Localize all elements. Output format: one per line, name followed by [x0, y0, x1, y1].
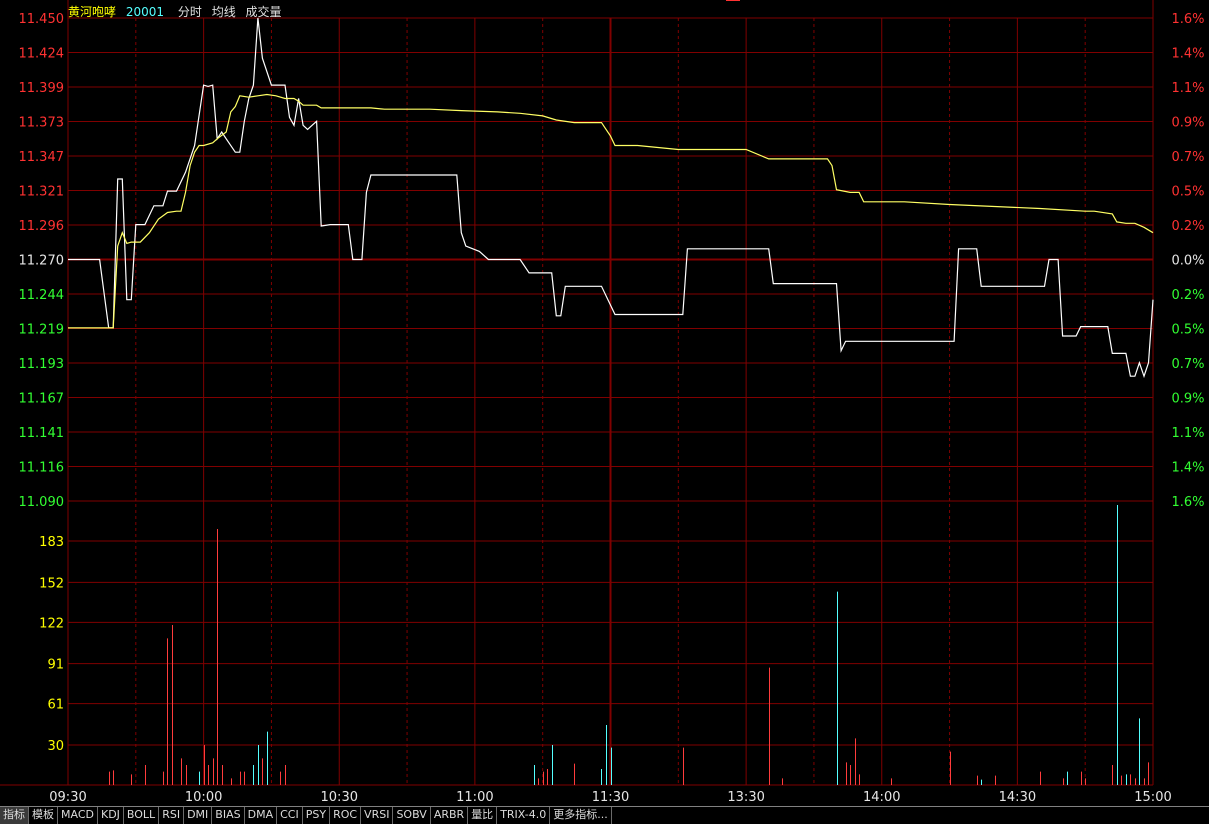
volume-tick-label: 91	[47, 658, 64, 673]
tab-17[interactable]: 更多指标...	[550, 807, 612, 824]
percent-tick-label: 0.0%	[1171, 254, 1204, 269]
chart-title: 黄河咆哮 20001 分时 均线 成交量	[68, 3, 288, 20]
tab-12[interactable]: VRSI	[361, 807, 394, 824]
tab-13[interactable]: SOBV	[393, 807, 431, 824]
percent-tick-label: 0.2%	[1171, 288, 1204, 303]
tab-5[interactable]: RSI	[159, 807, 185, 824]
volume-tick-label: 152	[39, 576, 64, 591]
percent-tick-label: 0.5%	[1171, 185, 1204, 200]
volume-tick-label: 30	[47, 739, 64, 754]
label-intraday: 分时	[177, 5, 202, 19]
percent-tick-label: 1.4%	[1171, 461, 1204, 476]
time-tick-label: 15:00	[1134, 790, 1171, 805]
percent-tick-label: 0.9%	[1171, 116, 1204, 131]
time-tick-label: 11:00	[456, 790, 493, 805]
price-tick-label: 11.296	[19, 219, 65, 234]
price-tick-label: 11.116	[19, 461, 65, 476]
time-tick-label: 11:30	[592, 790, 629, 805]
time-tick-label: 13:30	[727, 790, 764, 805]
tab-16[interactable]: TRIX-4.0	[497, 807, 551, 824]
tab-9[interactable]: CCI	[277, 807, 303, 824]
percent-tick-label: 0.5%	[1171, 323, 1204, 338]
intraday-chart[interactable]: 11.450 1.6% 11.424 1.4% 11.399 1.1% 11.373 0.9%…	[0, 0, 1209, 823]
price-tick-label: 11.450	[19, 12, 65, 27]
tab-1[interactable]: 模板	[29, 807, 58, 824]
time-tick-label: 14:00	[863, 790, 900, 805]
percent-tick-label: 0.2%	[1171, 219, 1204, 234]
price-tick-label: 11.219	[19, 323, 65, 338]
price-tick-label: 11.424	[19, 47, 65, 62]
tab-2[interactable]: MACD	[58, 807, 98, 824]
percent-tick-label: 1.6%	[1171, 495, 1204, 510]
tab-3[interactable]: KDJ	[97, 807, 124, 824]
price-tick-label: 11.347	[19, 150, 65, 165]
stock-code: 20001	[125, 5, 165, 19]
tab-0[interactable]: 指标	[0, 807, 29, 824]
price-tick-label: 11.167	[19, 392, 65, 407]
time-tick-label: 10:00	[185, 790, 222, 805]
label-average-line: 均线	[211, 5, 236, 19]
price-tick-label: 11.373	[19, 116, 65, 131]
indicator-tab-bar: 指标 模板 MACD KDJ BOLL RSI DMI BIAS DMA CCI PSY ROC VRS…	[0, 806, 1209, 824]
stock-name: 黄河咆哮	[68, 5, 117, 19]
time-tick-label: 09:30	[49, 790, 86, 805]
percent-tick-label: 0.7%	[1171, 357, 1204, 372]
price-tick-label: 11.270	[19, 254, 65, 269]
price-tick-label: 11.193	[19, 357, 65, 372]
time-tick-label: 14:30	[999, 790, 1036, 805]
price-tick-label: 11.090	[19, 495, 65, 510]
tab-10[interactable]: PSY	[302, 807, 331, 824]
volume-tick-label: 61	[47, 698, 64, 713]
volume-tick-label: 183	[39, 535, 64, 550]
time-tick-label: 10:30	[321, 790, 358, 805]
label-volume: 成交量	[245, 5, 282, 19]
tab-15[interactable]: 量比	[468, 807, 498, 824]
percent-tick-label: 1.6%	[1171, 12, 1204, 27]
percent-tick-label: 0.9%	[1171, 392, 1204, 407]
price-tick-label: 11.399	[19, 81, 65, 96]
percent-tick-label: 1.4%	[1171, 47, 1204, 62]
price-tick-label: 11.244	[19, 288, 65, 303]
tab-11[interactable]: ROC	[330, 807, 362, 824]
tab-8[interactable]: DMA	[244, 807, 278, 824]
tab-4[interactable]: BOLL	[123, 807, 160, 824]
tab-14[interactable]: ARBR	[430, 807, 469, 824]
percent-tick-label: 0.7%	[1171, 150, 1204, 165]
price-tick-label: 11.141	[19, 426, 65, 441]
price-tick-label: 11.321	[19, 185, 65, 200]
percent-tick-label: 1.1%	[1171, 426, 1204, 441]
tab-7[interactable]: BIAS	[212, 807, 245, 824]
volume-tick-label: 122	[39, 616, 64, 631]
tab-6[interactable]: DMI	[184, 807, 213, 824]
percent-tick-label: 1.1%	[1171, 81, 1204, 96]
